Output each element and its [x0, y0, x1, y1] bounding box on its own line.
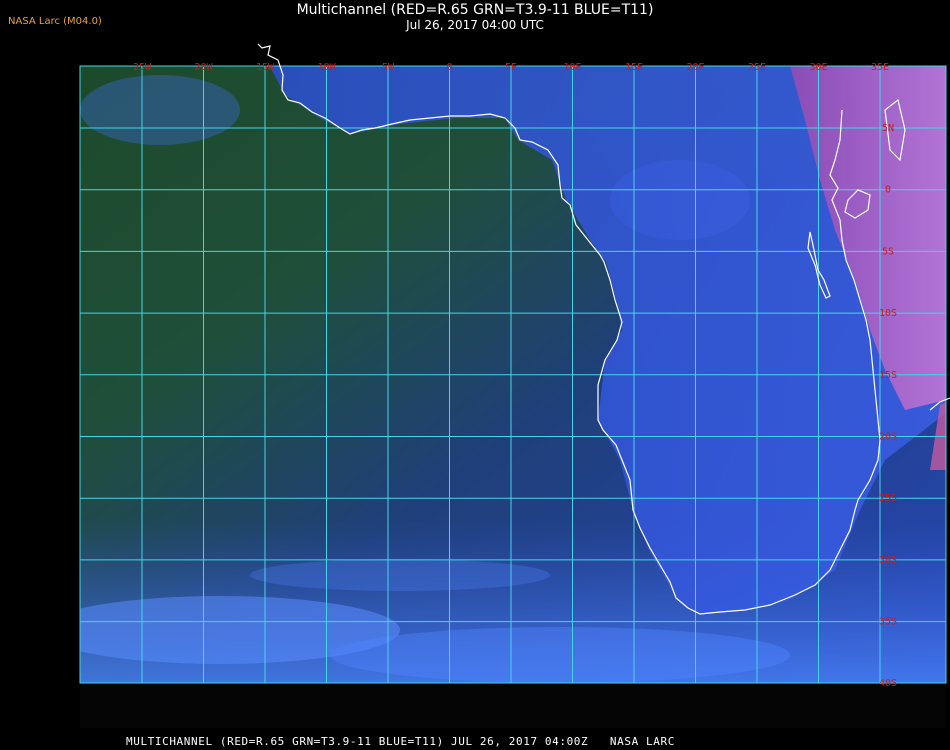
longitude-label: 5W — [382, 62, 395, 73]
latitude-label: 5S — [882, 246, 894, 257]
cloud-streak — [250, 559, 550, 591]
longitude-label: 25W — [133, 62, 152, 73]
latitude-label: 15S — [879, 370, 897, 381]
latitude-label: 0 — [885, 185, 891, 196]
longitude-label: 15E — [625, 62, 643, 73]
latitude-label: 20S — [879, 432, 897, 443]
latitude-label: 35S — [879, 617, 897, 628]
footer-caption: MULTICHANNEL (RED=R.65 GRN=T3.9-11 BLUE=… — [126, 735, 675, 748]
longitude-label: 35E — [871, 62, 889, 73]
latitude-label: 30S — [879, 555, 897, 566]
latitude-label: 10S — [879, 308, 897, 319]
longitude-label: 20W — [194, 62, 213, 73]
latitude-label: 40S — [879, 678, 897, 689]
longitude-label: 30E — [809, 62, 827, 73]
longitude-label: 0 — [446, 62, 452, 73]
longitude-label: 25E — [748, 62, 766, 73]
longitude-label: 15W — [256, 62, 275, 73]
longitude-label: 10E — [563, 62, 581, 73]
latitude-label: 25S — [879, 493, 897, 504]
cloud-streak — [330, 627, 790, 683]
imagery-layer — [80, 66, 946, 683]
longitude-label: 20E — [686, 62, 704, 73]
latitude-label: 5N — [882, 123, 894, 134]
satellite-map: 25W 20W 15W 10W 5W 0 5E 10E 15E 20E 25E 30E 35E 5N 0 5… — [79, 43, 950, 728]
longitude-label: 5E — [505, 62, 517, 73]
cloud-patch — [80, 75, 240, 145]
longitude-label: 10W — [317, 62, 336, 73]
bottom-strip — [80, 683, 946, 728]
